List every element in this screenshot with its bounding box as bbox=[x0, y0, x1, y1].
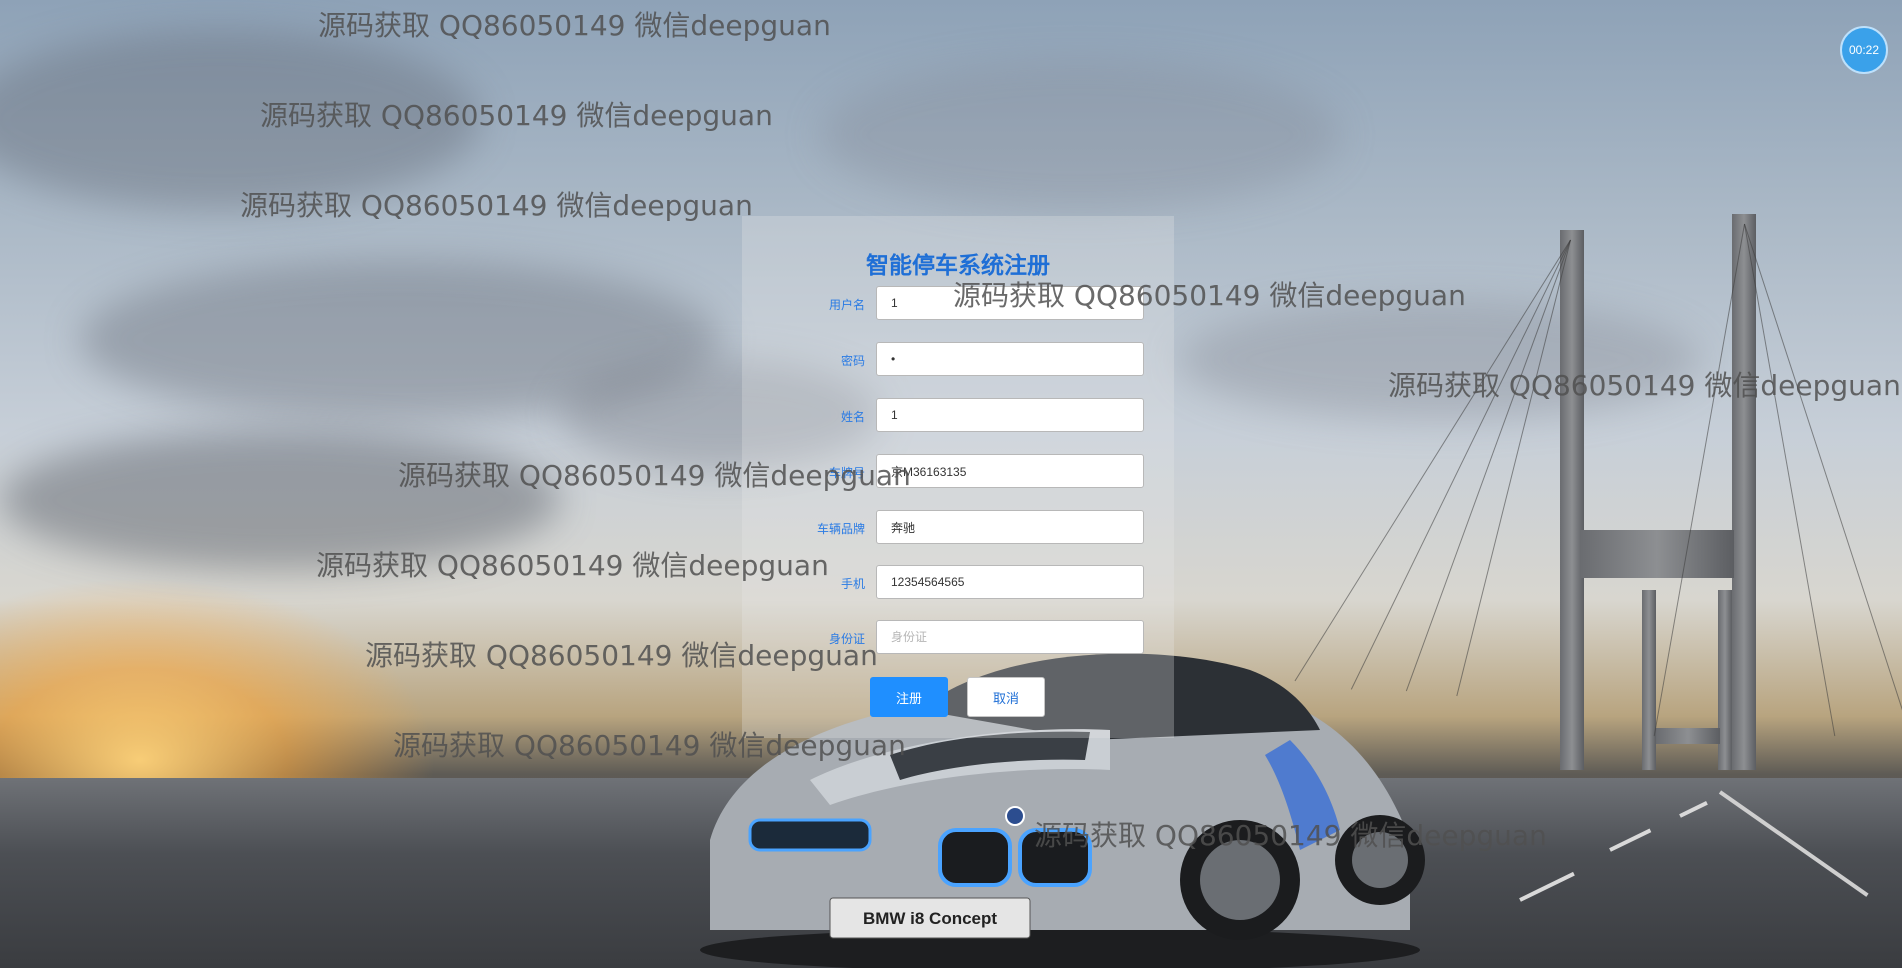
brand-row: 车辆品牌 bbox=[740, 510, 1145, 548]
timer-badge[interactable]: 00:22 bbox=[1840, 26, 1888, 74]
name-input[interactable] bbox=[876, 398, 1144, 432]
plate-input[interactable] bbox=[876, 454, 1144, 488]
watermark: 源码获取 QQ86050149 微信deepguan bbox=[1388, 369, 1901, 402]
name-label: 姓名 bbox=[840, 410, 865, 424]
watermark: 源码获取 QQ86050149 微信deepguan bbox=[318, 9, 831, 42]
car-plate-text: BMW i8 Concept bbox=[863, 909, 997, 928]
username-label: 用户名 bbox=[828, 298, 865, 312]
watermark: 源码获取 QQ86050149 微信deepguan bbox=[260, 99, 773, 132]
password-input[interactable] bbox=[876, 342, 1144, 376]
lane-marking bbox=[1718, 790, 1869, 897]
name-row: 姓名 bbox=[740, 398, 1145, 436]
idcard-input[interactable] bbox=[876, 620, 1144, 654]
watermark: 源码获取 QQ86050149 微信deepguan bbox=[398, 459, 911, 492]
bridge-tower bbox=[1732, 214, 1756, 770]
cancel-button[interactable]: 取消 bbox=[967, 677, 1045, 717]
bridge-crossbeam bbox=[1656, 728, 1720, 744]
watermark: 源码获取 QQ86050149 微信deepguan bbox=[365, 639, 878, 672]
bridge-cable bbox=[1744, 223, 1902, 719]
watermark: 源码获取 QQ86050149 微信deepguan bbox=[240, 189, 753, 222]
bridge-tower bbox=[1560, 230, 1584, 770]
bridge-pier bbox=[1718, 590, 1732, 770]
bridge-cable bbox=[1744, 223, 1836, 737]
bridge-pier bbox=[1642, 590, 1656, 770]
phone-input[interactable] bbox=[876, 565, 1144, 599]
password-row: 密码 bbox=[740, 342, 1145, 380]
lane-marking bbox=[1519, 871, 1575, 902]
watermark: 源码获取 QQ86050149 微信deepguan bbox=[393, 729, 906, 762]
brand-input[interactable] bbox=[876, 510, 1144, 544]
watermark: 源码获取 QQ86050149 微信deepguan bbox=[1034, 819, 1547, 852]
lane-marking bbox=[1679, 801, 1708, 818]
brand-label: 车辆品牌 bbox=[816, 522, 865, 536]
watermark: 源码获取 QQ86050149 微信deepguan bbox=[316, 549, 829, 582]
bridge-crossbeam bbox=[1580, 530, 1734, 578]
lane-marking bbox=[1609, 828, 1652, 852]
watermark: 源码获取 QQ86050149 微信deepguan bbox=[953, 279, 1466, 312]
password-label: 密码 bbox=[840, 354, 865, 368]
register-button[interactable]: 注册 bbox=[870, 677, 948, 717]
cloud bbox=[820, 60, 1340, 210]
